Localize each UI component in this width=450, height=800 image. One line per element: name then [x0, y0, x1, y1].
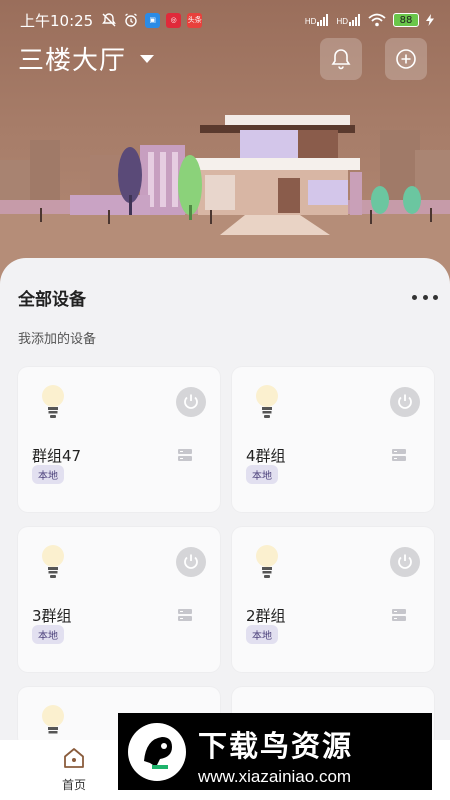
device-card[interactable]: 2群组 本地	[232, 527, 434, 672]
power-button[interactable]	[176, 387, 206, 417]
status-time: 上午10:25	[20, 11, 94, 30]
device-name: 群组47	[32, 447, 82, 465]
toutiao-icon: 头条	[187, 12, 203, 28]
device-card[interactable]: 3群组 本地	[18, 527, 220, 672]
more-options-button[interactable]	[412, 292, 438, 302]
device-tag: 本地	[246, 625, 278, 644]
dot	[412, 294, 417, 300]
charging-icon	[426, 14, 434, 26]
notification-icons: ▣ ◎ 头条	[101, 12, 203, 28]
server-icon	[392, 609, 406, 621]
mute-icon	[102, 13, 117, 27]
device-card[interactable]: 4群组 本地	[232, 367, 434, 512]
device-name: 2群组	[246, 607, 286, 625]
target-app-icon: ◎	[166, 12, 182, 28]
signal-2: HD	[336, 14, 361, 26]
bilibili-icon: ▣	[145, 12, 161, 28]
status-bar: 上午10:25 ▣ ◎ 头条 HD HD 88	[20, 8, 434, 32]
home-icon	[64, 748, 84, 768]
dot	[433, 294, 438, 300]
bulb-icon	[42, 385, 64, 418]
bulb-icon	[42, 705, 64, 734]
power-icon	[184, 554, 198, 569]
power-icon	[184, 394, 198, 409]
power-icon	[398, 394, 412, 409]
section-subtitle: 我添加的设备	[18, 332, 97, 347]
home-name: 三楼大厅	[18, 46, 127, 76]
chevron-down-icon	[140, 54, 155, 63]
device-tag: 本地	[32, 625, 64, 644]
signal-icon	[317, 14, 329, 26]
bird-logo-icon	[128, 723, 186, 781]
plus-circle-icon	[396, 49, 416, 69]
server-icon	[178, 609, 192, 621]
section-title: 全部设备	[18, 290, 86, 310]
add-device-button[interactable]	[385, 38, 427, 80]
watermark-url: www.xiazainiao.com	[198, 767, 352, 786]
nav-home-label: 首页	[61, 778, 86, 792]
signal-icon	[349, 14, 360, 26]
power-button[interactable]	[176, 547, 206, 577]
nav-home-tab[interactable]: 首页	[52, 746, 96, 793]
alarm-icon	[125, 13, 138, 27]
server-icon	[392, 449, 406, 461]
server-icon	[178, 449, 192, 461]
bulb-icon	[256, 545, 278, 578]
device-tag: 本地	[246, 465, 278, 484]
home-selector[interactable]: 三楼大厅	[18, 40, 155, 77]
wifi-icon	[368, 13, 386, 27]
dot	[422, 294, 428, 300]
device-name: 4群组	[246, 447, 286, 465]
power-button[interactable]	[390, 387, 420, 417]
power-icon	[398, 554, 412, 569]
watermark-text: 下载鸟资源 www.xiazainiao.com	[198, 723, 353, 787]
watermark-banner: 下载鸟资源 www.xiazainiao.com	[118, 713, 432, 790]
battery-indicator: 88	[393, 13, 419, 27]
system-icons: HD HD 88	[305, 13, 434, 27]
header-banner: 上午10:25 ▣ ◎ 头条 HD HD 88 三楼大厅	[0, 0, 450, 290]
notification-button[interactable]	[320, 38, 362, 80]
watermark-title: 下载鸟资源	[198, 729, 354, 763]
device-name: 3群组	[32, 607, 72, 625]
power-button[interactable]	[390, 547, 420, 577]
device-tag: 本地	[32, 465, 64, 484]
device-card[interactable]: 群组47 本地	[18, 367, 220, 512]
bell-icon	[331, 49, 351, 70]
signal-1: HD	[305, 14, 330, 26]
bulb-icon	[42, 545, 64, 578]
bulb-icon	[256, 385, 278, 418]
